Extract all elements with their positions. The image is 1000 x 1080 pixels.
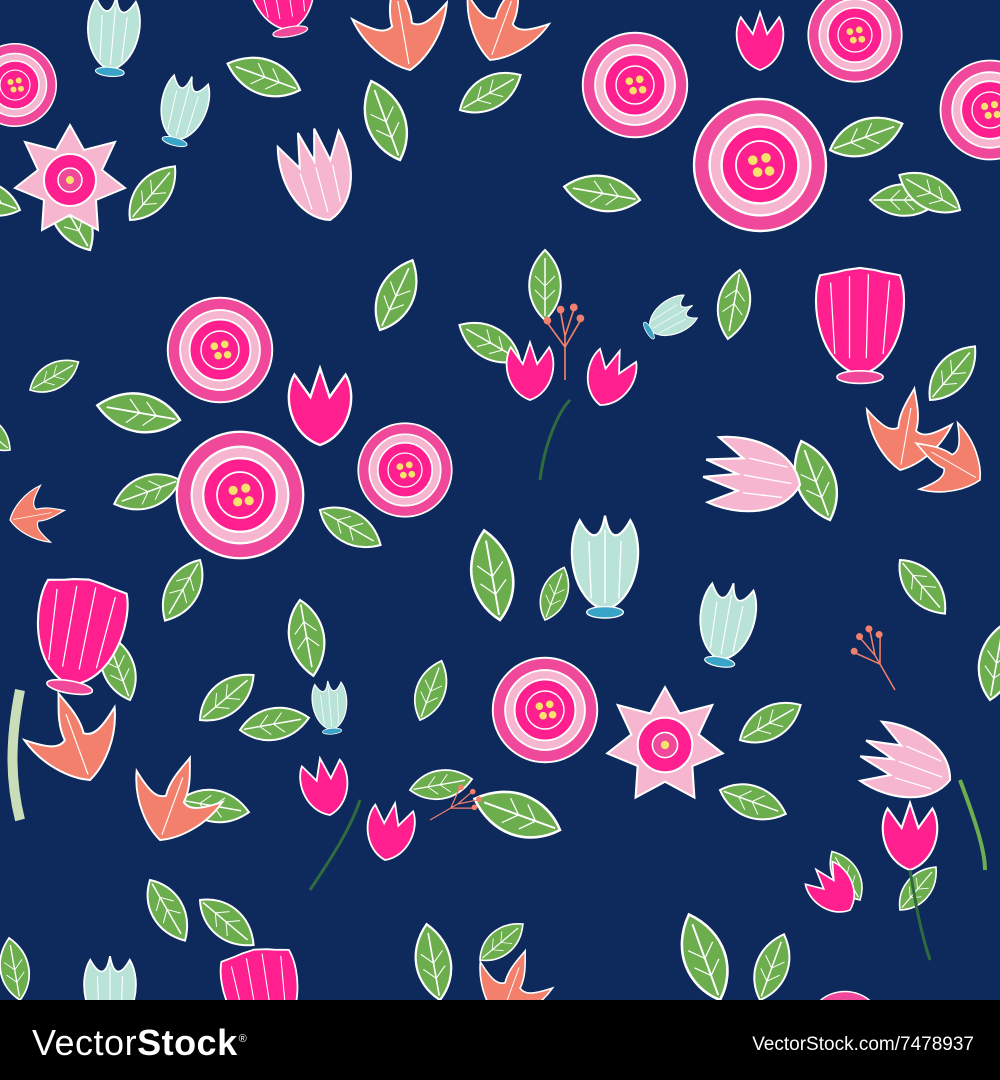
floral-pattern-artwork: [0, 0, 1000, 1000]
watermark-url: VectorStock.com/7478937: [752, 1034, 974, 1055]
vectorstock-logo: VectorStock®: [32, 1022, 247, 1064]
watermark-bar: VectorStock® VectorStock.com/7478937: [0, 1000, 1000, 1080]
brand-prefix: Vector: [32, 1022, 138, 1063]
brand-suffix: Stock: [137, 1022, 238, 1063]
floral-pattern-svg: [0, 0, 1000, 1000]
trademark-symbol: ®: [238, 1033, 248, 1045]
